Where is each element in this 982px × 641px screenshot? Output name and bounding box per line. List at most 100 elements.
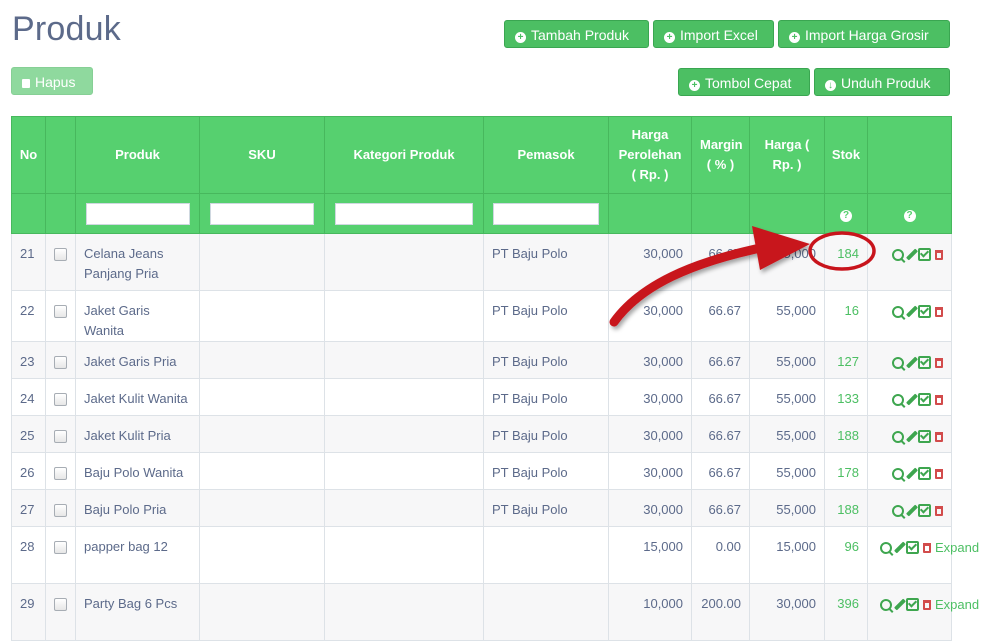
header-sku[interactable]: SKU [199,116,325,194]
trash-icon[interactable] [935,505,943,516]
tambah-produk-button[interactable]: + Tambah Produk [504,20,649,48]
check-square-icon[interactable] [918,248,931,262]
table-row[interactable]: 25 Jaket Kulit Pria PT Baju Polo 30,000 66.6… [11,415,952,453]
filter-sku-input[interactable] [210,202,314,225]
cell-no: 21 [11,233,46,291]
edit-pencil-icon[interactable] [905,393,919,406]
trash-icon[interactable] [935,357,943,368]
plus-circle-icon: + [689,80,700,91]
cell-produk: Baju Polo Wanita [75,452,200,490]
table-row[interactable]: 27 Baju Polo Pria PT Baju Polo 30,000 66.67 5… [11,489,952,527]
cell-margin: 66.67 [691,341,750,379]
edit-pencil-icon[interactable] [893,541,907,554]
cell-select [45,378,76,416]
check-square-icon[interactable] [918,430,931,444]
check-square-icon[interactable] [918,393,931,407]
search-icon[interactable] [892,393,904,406]
edit-pencil-icon[interactable] [905,356,919,369]
search-icon[interactable] [892,356,904,369]
search-icon[interactable] [892,248,904,261]
table-row[interactable]: 21 Celana Jeans Panjang Pria PT Baju Polo 3… [11,233,952,291]
cell-actions [867,489,952,527]
header-pemasok[interactable]: Pemasok [483,116,609,194]
cell-pemasok [483,526,609,584]
header-no[interactable]: No [11,116,46,194]
row-checkbox[interactable] [54,598,67,611]
search-icon[interactable] [880,541,892,554]
trash-icon[interactable] [935,468,943,479]
edit-pencil-icon[interactable] [905,504,919,517]
edit-pencil-icon[interactable] [893,598,907,611]
table-row[interactable]: 24 Jaket Kulit Wanita PT Baju Polo 30,000 66… [11,378,952,416]
search-icon[interactable] [892,467,904,480]
import-excel-button[interactable]: + Import Excel [653,20,774,48]
edit-pencil-icon[interactable] [905,467,919,480]
unduh-produk-button[interactable]: ↓ Unduh Produk [814,68,950,96]
header-produk[interactable]: Produk [75,116,200,194]
header-kategori[interactable]: Kategori Produk [324,116,484,194]
edit-pencil-icon[interactable] [905,430,919,443]
check-square-icon[interactable] [906,598,919,612]
tambah-produk-label: Tambah Produk [531,27,630,43]
table-row[interactable]: 22 Jaket Garis Wanita PT Baju Polo 30,000 66… [11,290,952,342]
check-square-icon[interactable] [906,541,919,555]
row-checkbox[interactable] [54,467,67,480]
filter-kategori-input[interactable] [335,202,473,225]
cell-no: 29 [11,583,46,641]
check-square-icon[interactable] [918,356,931,370]
check-square-icon[interactable] [918,467,931,481]
header-harga[interactable]: Harga ( Rp. ) [749,116,825,194]
actions-help-icon[interactable]: ? [903,209,916,222]
import-harga-grosir-button[interactable]: + Import Harga Grosir [778,20,950,48]
cell-kategori [324,452,484,490]
cell-select [45,290,76,342]
cell-kategori [324,583,484,641]
cell-harga: 55,000 [749,341,825,379]
filter-pemasok-input[interactable] [493,202,599,225]
check-square-icon[interactable] [918,504,931,518]
cell-harga-perolehan: 10,000 [608,583,692,641]
row-checkbox[interactable] [54,305,67,318]
row-checkbox[interactable] [54,504,67,517]
row-checkbox[interactable] [54,356,67,369]
table-row[interactable]: 29 Party Bag 6 Pcs 10,000 200.00 30,000 396 Ex… [11,583,979,641]
trash-icon[interactable] [935,394,943,405]
stok-help-icon[interactable]: ? [840,209,852,222]
cell-stok: 178 [824,452,868,490]
trash-icon[interactable] [935,249,943,260]
row-checkbox[interactable] [54,248,67,261]
filter-cell-stok: ? [824,193,868,234]
hapus-button[interactable]: Hapus [11,67,93,95]
cell-sku [199,489,325,527]
filter-produk-input[interactable] [85,202,190,225]
expand-link[interactable]: Expand [935,538,979,558]
product-table: No Produk SKU Kategori Produk Pemasok Ha… [11,116,979,641]
row-checkbox[interactable] [54,541,67,554]
edit-pencil-icon[interactable] [905,305,919,318]
cell-no: 26 [11,452,46,490]
search-icon[interactable] [880,598,892,611]
trash-icon[interactable] [923,599,931,610]
trash-icon[interactable] [923,542,931,553]
check-square-icon[interactable] [918,305,931,319]
trash-icon[interactable] [935,431,943,442]
expand-link[interactable]: Expand [935,595,979,615]
edit-pencil-icon[interactable] [905,248,919,261]
cell-actions [867,415,952,453]
table-row[interactable]: 28 papper bag 12 15,000 0.00 15,000 96 Expand [11,526,979,584]
trash-icon[interactable] [935,306,943,317]
header-harga-perolehan[interactable]: Harga Perolehan ( Rp. ) [608,116,692,194]
tombol-cepat-button[interactable]: + Tombol Cepat [678,68,810,96]
cell-actions: Expand [867,583,979,641]
header-stok[interactable]: Stok [824,116,868,194]
search-icon[interactable] [892,305,904,318]
search-icon[interactable] [892,430,904,443]
row-checkbox[interactable] [54,393,67,406]
cell-select [45,489,76,527]
table-row[interactable]: 23 Jaket Garis Pria PT Baju Polo 30,000 66.6… [11,341,952,379]
cell-no: 24 [11,378,46,416]
table-row[interactable]: 26 Baju Polo Wanita PT Baju Polo 30,000 66.6… [11,452,952,490]
header-margin[interactable]: Margin ( % ) [691,116,750,194]
search-icon[interactable] [892,504,904,517]
row-checkbox[interactable] [54,430,67,443]
